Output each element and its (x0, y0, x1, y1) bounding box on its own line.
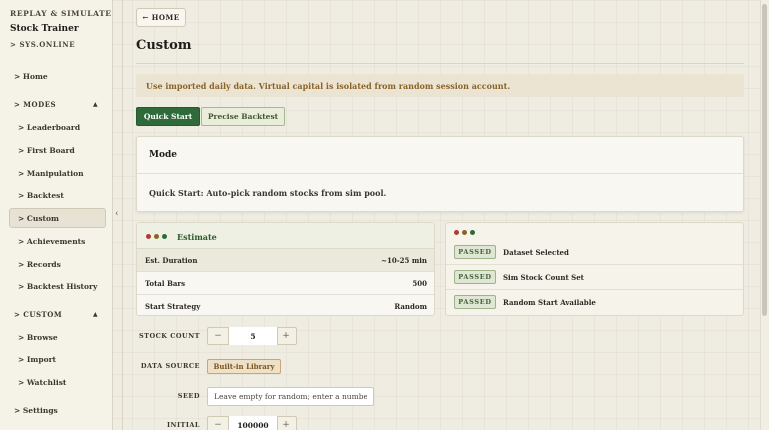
sidebar-item-first-board[interactable]: > First Board (18, 146, 75, 155)
seed-label: SEED (177, 392, 200, 400)
sidebar-item-import[interactable]: > Import (18, 355, 56, 364)
window-dots-icon (454, 230, 475, 235)
data-source-label: DATA SOURCE (140, 362, 200, 370)
sidebar-item-settings[interactable]: > Settings (14, 406, 58, 415)
tab-precise-backtest[interactable]: Precise Backtest (201, 107, 285, 126)
sidebar-item-manipulation[interactable]: > Manipulation (18, 169, 84, 178)
estimate-label: Start Strategy (145, 302, 201, 311)
estimate-row: Start Strategy Random (137, 295, 434, 318)
sidebar-section-custom[interactable]: > CUSTOM (14, 310, 62, 319)
sidebar-item-backtest[interactable]: > Backtest (18, 191, 64, 200)
check-label: Random Start Available (503, 298, 596, 307)
sidebar-item-achievements[interactable]: > Achievements (18, 237, 85, 246)
sidebar-item-watchlist[interactable]: > Watchlist (18, 378, 66, 387)
divider (136, 63, 744, 64)
sidebar-item-home[interactable]: > Home (14, 72, 48, 81)
sidebar-item-leaderboard[interactable]: > Leaderboard (18, 123, 80, 132)
estimate-title: Estimate (177, 232, 217, 242)
collapse-sidebar-icon[interactable]: ‹ (115, 209, 119, 219)
checks-card: PASSED Dataset Selected PASSED Sim Stock… (445, 222, 744, 316)
check-row: PASSED Dataset Selected (446, 240, 743, 265)
page-title: Custom (136, 38, 192, 53)
sidebar-item-browse[interactable]: > Browse (18, 333, 58, 342)
stock-count-value[interactable]: 5 (228, 327, 278, 345)
sidebar-item-backtest-history[interactable]: > Backtest History (18, 282, 97, 291)
estimate-header: Estimate (137, 223, 434, 249)
minus-icon[interactable]: − (208, 417, 228, 430)
check-row: PASSED Sim Stock Count Set (446, 265, 743, 290)
estimate-row: Est. Duration ~10-25 min (137, 249, 434, 272)
estimate-label: Est. Duration (145, 256, 198, 265)
passed-badge: PASSED (454, 245, 496, 259)
check-label: Dataset Selected (503, 248, 569, 257)
plus-icon[interactable]: + (276, 328, 296, 344)
system-status: > SYS.ONLINE (10, 40, 76, 49)
divider (137, 173, 743, 174)
estimate-value: 500 (412, 279, 427, 288)
dot-green-icon (162, 234, 167, 239)
mode-card: Mode Quick Start: Auto-pick random stock… (136, 136, 744, 212)
dot-brown-icon (462, 230, 467, 235)
estimate-row: Total Bars 500 (137, 272, 434, 295)
chevron-up-icon[interactable]: ▲ (93, 101, 98, 108)
dot-green-icon (470, 230, 475, 235)
check-label: Sim Stock Count Set (503, 273, 584, 282)
initial-capital-stepper: − 100000 + (207, 416, 297, 430)
sidebar-item-custom[interactable]: > Custom (18, 214, 59, 223)
window-dots-icon (146, 234, 167, 239)
passed-badge: PASSED (454, 295, 496, 309)
divider (122, 0, 123, 430)
info-notice: Use imported daily data. Virtual capital… (136, 74, 744, 97)
check-row: PASSED Random Start Available (446, 290, 743, 315)
plus-icon[interactable]: + (276, 417, 296, 430)
mode-description: Quick Start: Auto-pick random stocks fro… (149, 188, 387, 198)
dot-brown-icon (154, 234, 159, 239)
brand-kicker: REPLAY & SIMULATE (10, 9, 112, 18)
data-source-option[interactable]: Built-in Library (207, 359, 281, 374)
stock-count-label: STOCK COUNT (138, 332, 200, 340)
scrollbar-thumb[interactable] (762, 4, 767, 316)
mode-title: Mode (149, 150, 177, 160)
dot-red-icon (146, 234, 151, 239)
tab-quick-start[interactable]: Quick Start (136, 107, 200, 126)
estimate-value: ~10-25 min (381, 256, 427, 265)
dot-red-icon (454, 230, 459, 235)
sidebar: REPLAY & SIMULATE Stock Trainer > SYS.ON… (0, 0, 113, 430)
estimate-value: Random (394, 302, 427, 311)
minus-icon[interactable]: − (208, 328, 228, 344)
seed-input[interactable] (207, 387, 374, 406)
estimate-card: Estimate Est. Duration ~10-25 min Total … (136, 222, 435, 316)
chevron-up-icon[interactable]: ▲ (93, 311, 98, 318)
passed-badge: PASSED (454, 270, 496, 284)
sidebar-item-records[interactable]: > Records (18, 260, 61, 269)
initial-capital-label: INITIAL CAPITAL (164, 421, 200, 430)
estimate-label: Total Bars (145, 279, 186, 288)
stock-count-stepper: − 5 + (207, 327, 297, 345)
home-button[interactable]: ← HOME (136, 8, 186, 27)
initial-capital-value[interactable]: 100000 (228, 416, 278, 430)
brand-title: Stock Trainer (10, 24, 79, 34)
sidebar-section-modes[interactable]: > MODES (14, 100, 56, 109)
